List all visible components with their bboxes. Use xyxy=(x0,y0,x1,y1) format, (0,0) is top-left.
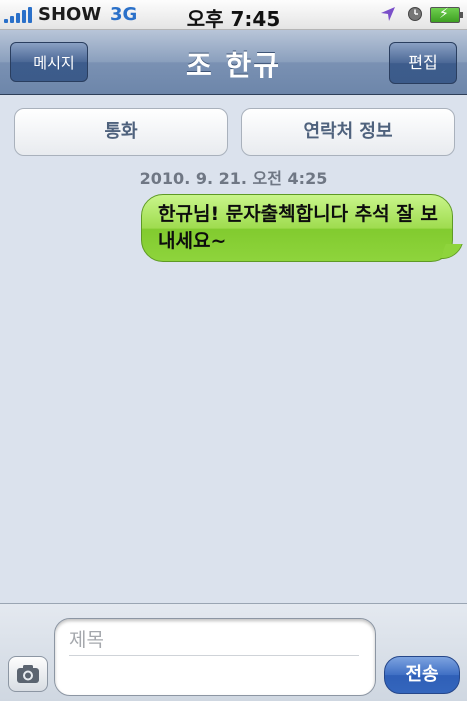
location-icon xyxy=(381,7,395,21)
navigation-bar: 메시지 조 한규 편집 xyxy=(0,30,467,95)
call-button[interactable]: 통화 xyxy=(14,108,228,156)
call-button-label: 통화 xyxy=(104,121,138,142)
send-button-label: 전송 xyxy=(405,664,439,685)
lock-rotation-icon xyxy=(408,7,422,21)
composer-bar: 제목 전송 xyxy=(0,603,467,701)
contact-info-label: 연락처 정보 xyxy=(303,121,393,142)
contact-info-button[interactable]: 연락처 정보 xyxy=(241,108,455,156)
edit-button-label: 편집 xyxy=(408,53,438,72)
status-time: 오후 7:45 xyxy=(186,7,281,31)
message-text: 한규님! 문자출첵합니다 추석 잘 보내세요~ xyxy=(158,203,438,252)
message-input[interactable]: 제목 xyxy=(54,618,376,696)
battery-charging-icon: ⚡ xyxy=(430,6,463,23)
camera-icon xyxy=(17,665,39,683)
camera-button[interactable] xyxy=(8,656,48,692)
send-button[interactable]: 전송 xyxy=(384,656,460,694)
edit-button[interactable]: 편집 xyxy=(389,42,457,84)
message-timestamp: 2010. 9. 21. 오전 4:25 xyxy=(139,169,328,188)
status-bar: SHOW 3G 오후 7:45 ⚡ xyxy=(0,0,467,31)
outgoing-message-bubble[interactable]: 한규님! 문자출첵합니다 추석 잘 보내세요~ xyxy=(141,194,453,262)
subject-field[interactable]: 제목 xyxy=(69,625,359,656)
